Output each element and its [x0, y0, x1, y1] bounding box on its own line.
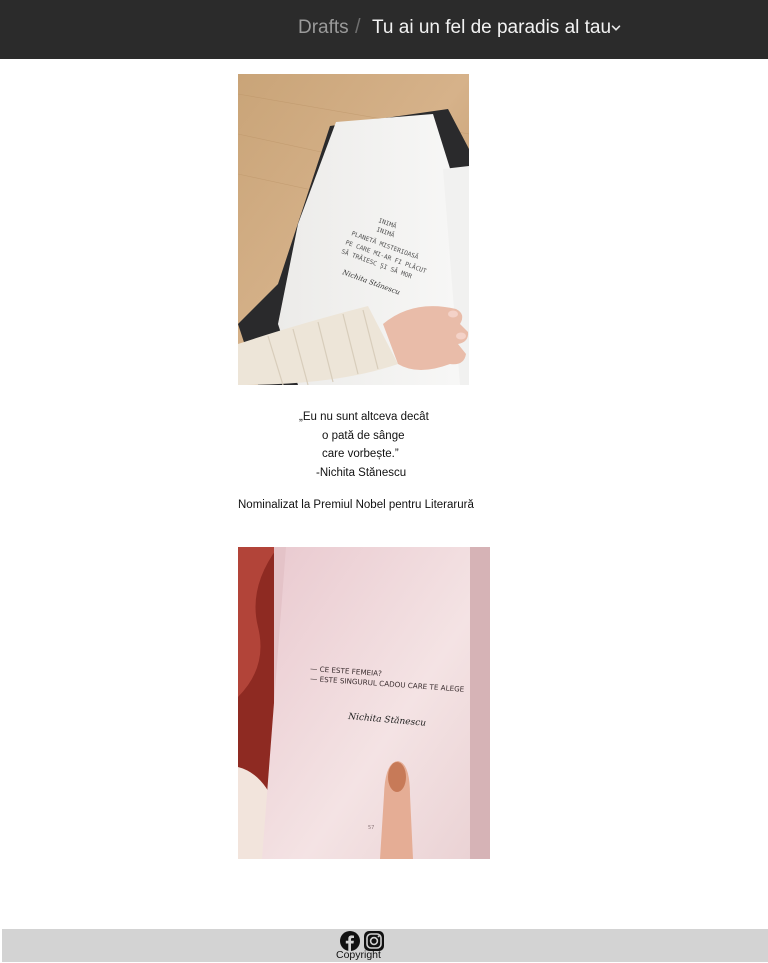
quote-line: „Eu nu sunt altceva decât [299, 411, 429, 423]
book-photo-femeia: — CE ESTE FEMEIA? — ESTE SINGURUL CADOU … [238, 547, 490, 859]
footer: Copyright [2, 929, 768, 962]
copyright-text: Copyright [336, 949, 381, 961]
svg-text:57: 57 [368, 825, 374, 831]
breadcrumb-drafts-link[interactable]: Drafts [298, 17, 349, 39]
quote-line: care vorbește.” [322, 448, 399, 460]
quote-line: o pată de sânge [322, 430, 405, 442]
top-bar: Drafts / Tu ai un fel de paradis al tau [0, 0, 768, 59]
page-title[interactable]: Tu ai un fel de paradis al tau [372, 17, 611, 39]
breadcrumb-separator: / [355, 16, 361, 38]
instagram-icon[interactable] [364, 931, 384, 951]
quote-author: -Nichita Stănescu [316, 467, 407, 479]
chevron-down-icon[interactable] [610, 22, 622, 34]
book-photo-inima: INIMĂ INIMĂ PLANETĂ MISTERIOASĂ PE CARE … [238, 74, 469, 385]
facebook-icon[interactable] [340, 931, 360, 951]
nobel-nomination-text: Nominalizat la Premiul Nobel pentru Lite… [238, 499, 474, 511]
